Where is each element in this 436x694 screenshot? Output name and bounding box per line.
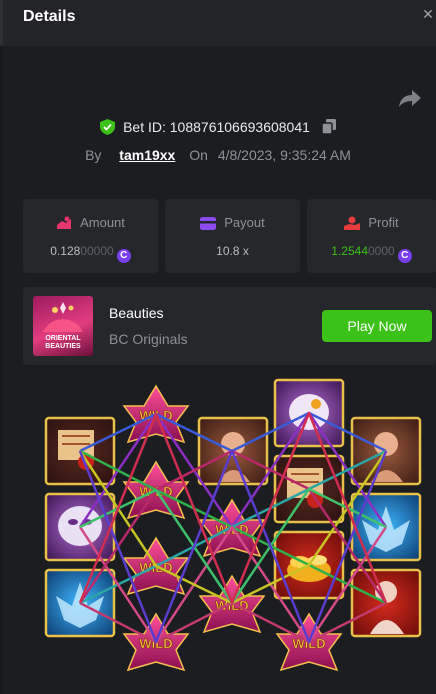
bet-byline: By tam19xx On 4/8/2023, 9:35:24 AM: [0, 147, 436, 163]
close-icon[interactable]: ✕: [422, 6, 434, 23]
details-title: Details: [23, 8, 76, 25]
bet-id-row: Bet ID: 108876106693608041: [0, 119, 436, 135]
payout-icon: [200, 217, 217, 230]
amount-value: 0.12800000 C: [23, 244, 158, 263]
payout-card: Payout 10.8 x: [165, 199, 300, 273]
details-header: Details ✕: [0, 0, 436, 46]
bet-stats: Amount 0.12800000 C Payout 10.8 x Profit …: [23, 199, 436, 273]
copy-icon[interactable]: [321, 119, 336, 134]
game-provider: BC Originals: [109, 331, 188, 347]
profit-value: 1.25440000 C: [307, 244, 436, 263]
game-name: Beauties: [109, 305, 164, 321]
amount-card: Amount 0.12800000 C: [23, 199, 158, 273]
payout-value: 10.8 x: [216, 244, 249, 258]
coin-icon: C: [116, 249, 131, 263]
on-label: On: [189, 147, 208, 163]
svg-text:WILD: WILD: [292, 636, 325, 651]
svg-text:WILD: WILD: [215, 522, 248, 537]
username-link[interactable]: tam19xx: [119, 147, 175, 163]
amount-icon: [57, 216, 72, 229]
game-thumbnail[interactable]: ORIENTAL BEAUTIES: [33, 296, 93, 356]
svg-text:WILD: WILD: [139, 636, 172, 651]
profit-card: Profit 1.25440000 C: [307, 199, 436, 273]
bet-id-value: 108876106693608041: [169, 119, 310, 135]
profit-label: Profit: [368, 215, 399, 230]
amount-label: Amount: [80, 215, 125, 230]
verified-shield-icon: [100, 119, 116, 135]
coin-icon: C: [397, 249, 412, 263]
play-now-button[interactable]: Play Now: [322, 310, 432, 342]
payout-label: Payout: [224, 215, 265, 230]
bet-datetime: 4/8/2023, 9:35:24 AM: [217, 147, 351, 163]
bet-id-label: Bet ID:: [123, 119, 166, 135]
share-icon[interactable]: [398, 88, 422, 108]
game-thumb-title: ORIENTAL BEAUTIES: [45, 335, 81, 350]
fan-icon: [43, 302, 83, 332]
slot-reels: WILD WILD WILD WILD WILD WILD WILD: [44, 378, 422, 672]
by-label: By: [85, 147, 102, 163]
profit-icon: [344, 216, 361, 230]
game-card: ORIENTAL BEAUTIES Beauties BC Originals …: [23, 287, 436, 365]
